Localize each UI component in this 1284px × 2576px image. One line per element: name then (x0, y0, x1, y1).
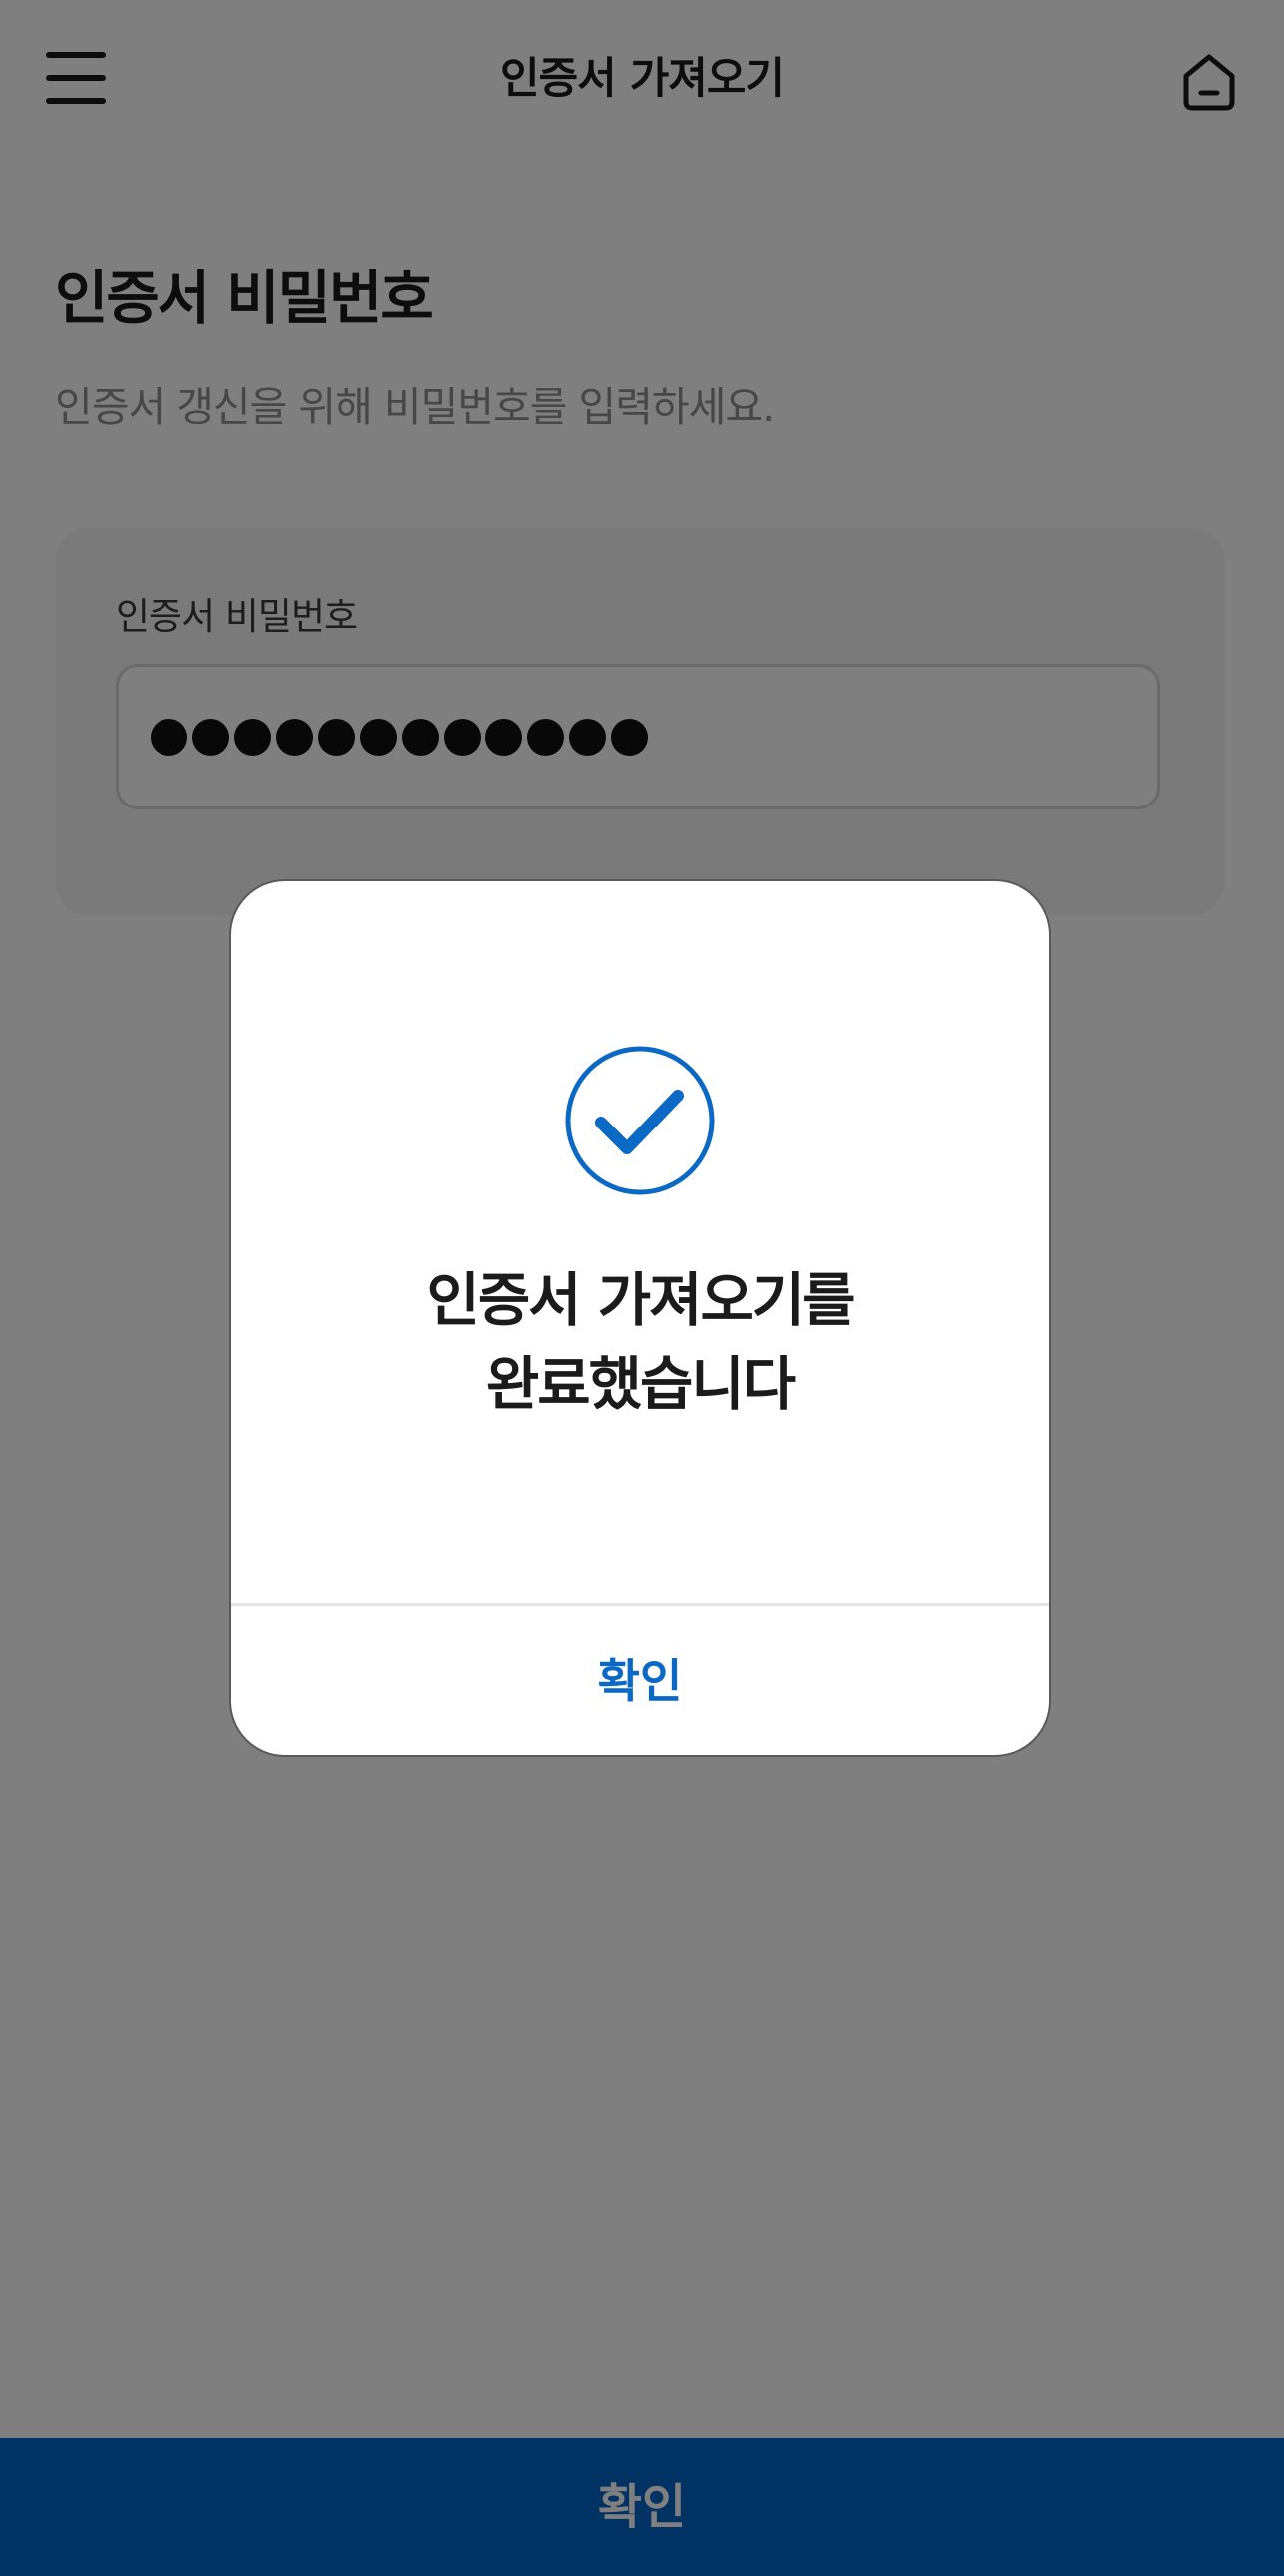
dialog-message-line1: 인증서 가져오기를 (426, 1266, 855, 1334)
dialog-message-line2: 완료했습니다 (485, 1350, 796, 1418)
screen: 인증서 가져오기 인증서 비밀번호 인증서 갱신을 위해 비밀번호를 입력하세요… (0, 0, 1284, 2576)
completion-dialog: 인증서 가져오기를 완료했습니다 확인 (229, 879, 1051, 1757)
dialog-confirm-button[interactable]: 확인 (231, 1606, 1049, 1755)
check-circle-icon (565, 1046, 715, 1195)
dialog-message: 인증서 가져오기를 완료했습니다 (231, 1258, 1049, 1426)
